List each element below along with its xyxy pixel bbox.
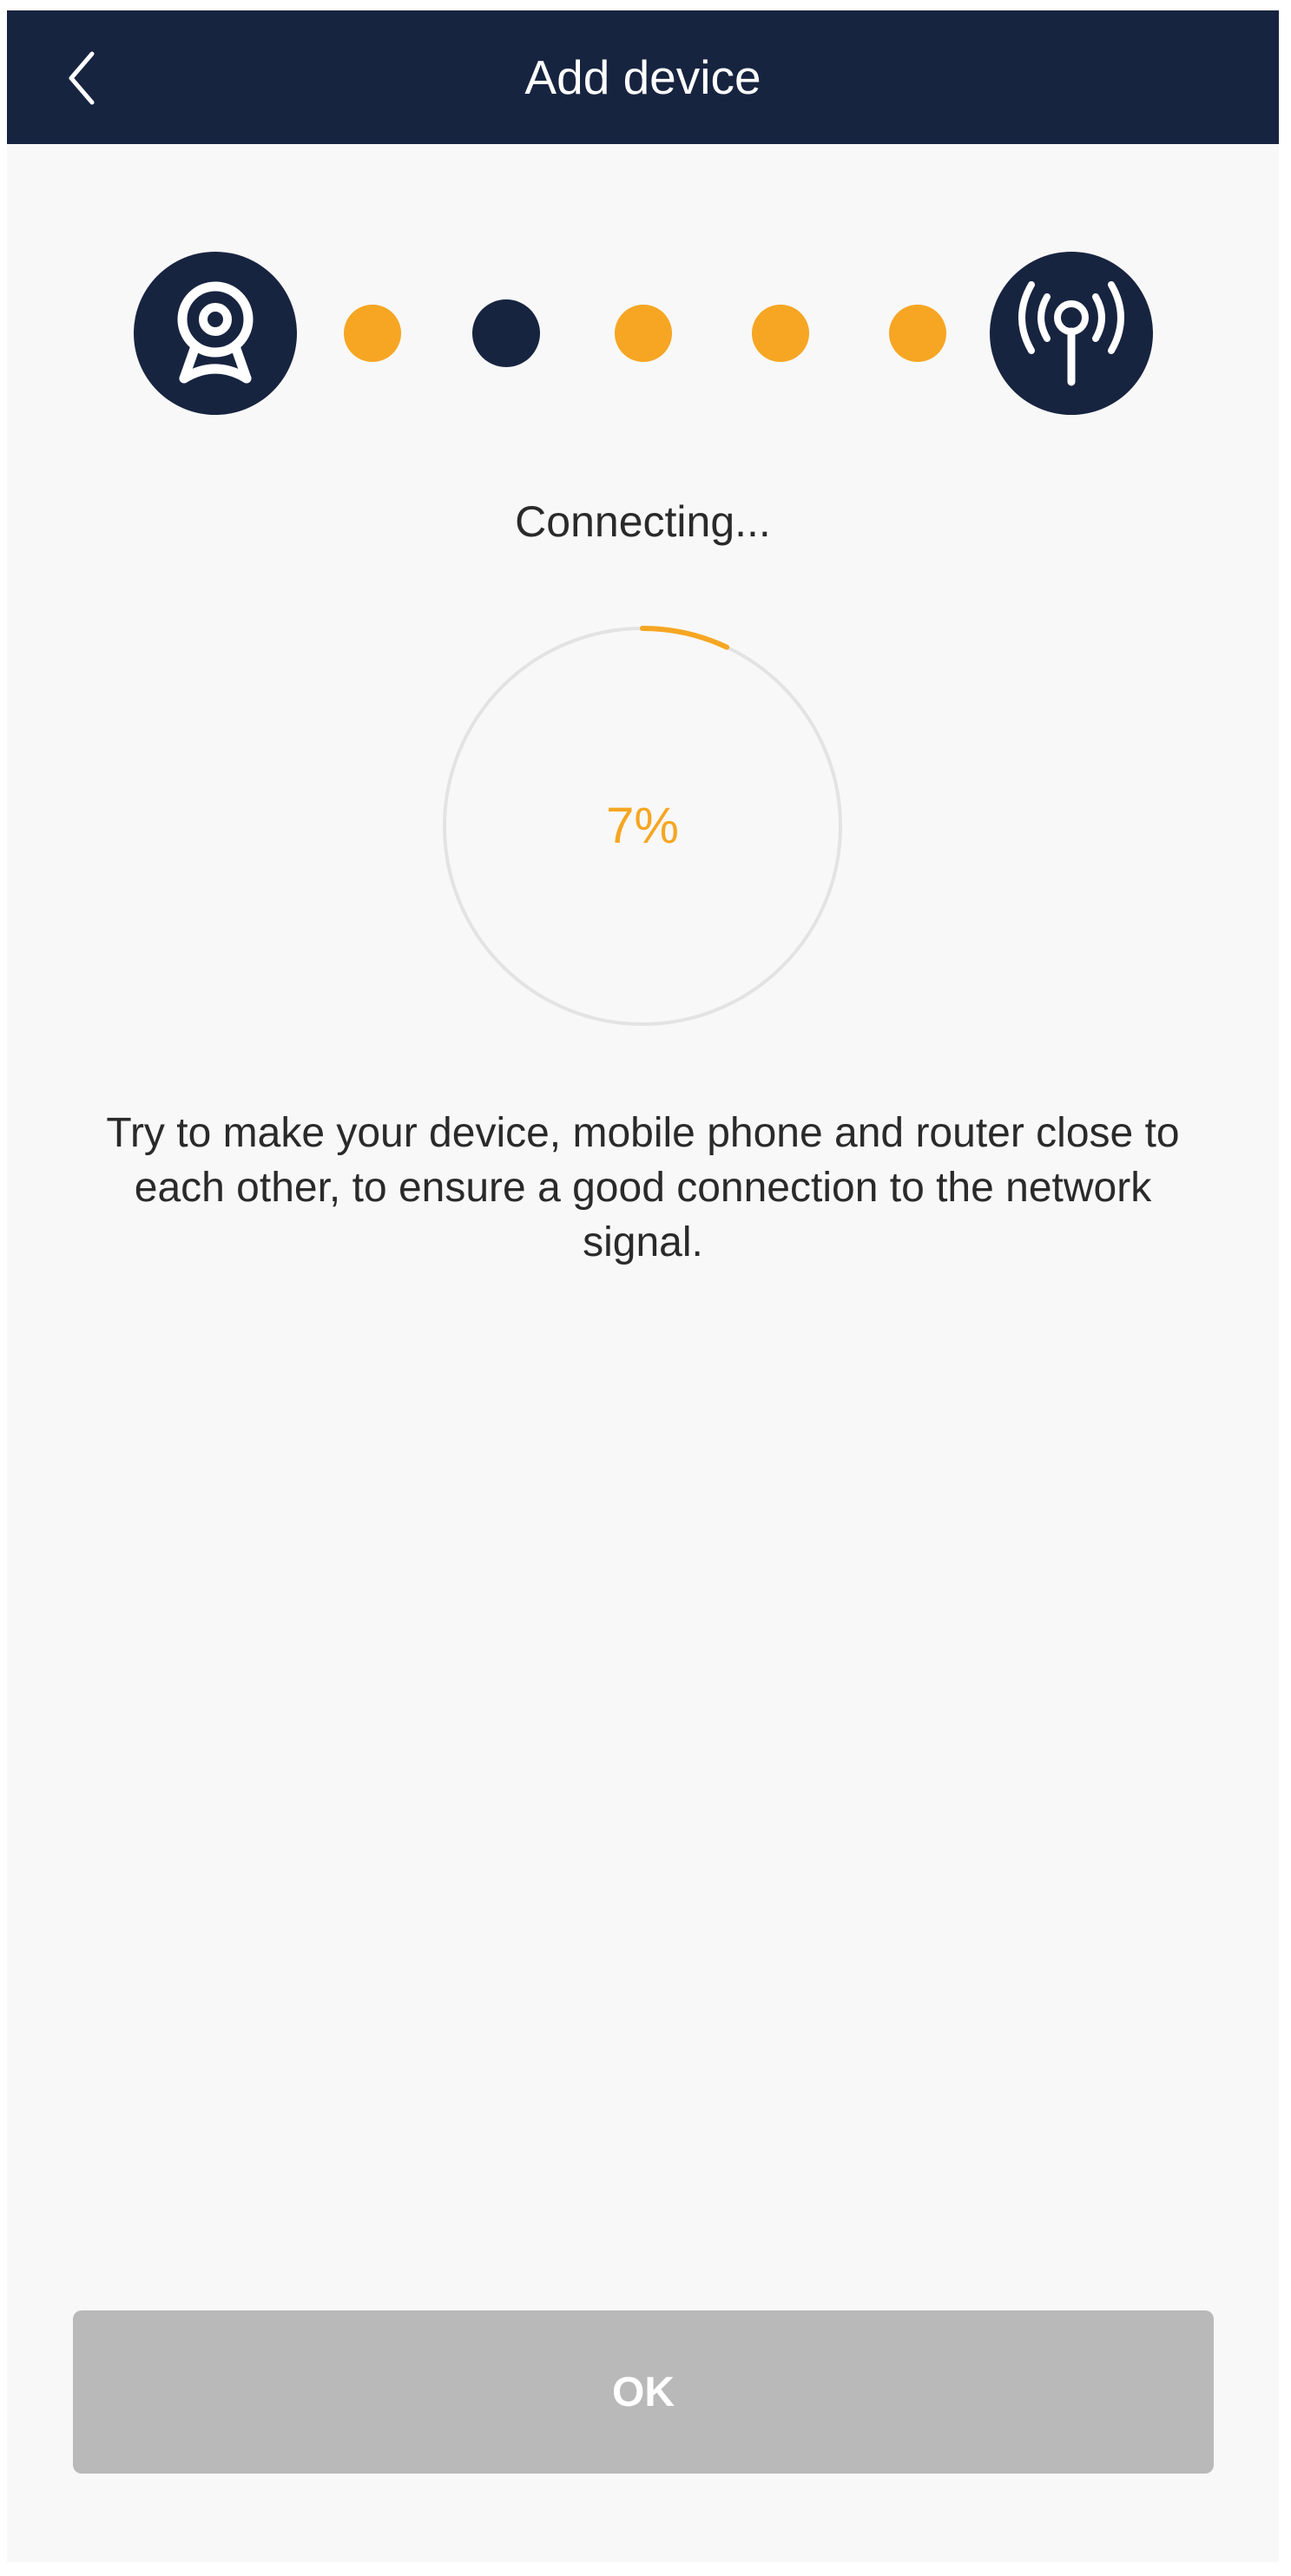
connection-stepper (7, 246, 1279, 420)
step-dot (615, 305, 672, 362)
antenna-signal-icon (1018, 281, 1124, 386)
device-step (134, 252, 297, 415)
step-dot (889, 305, 946, 362)
connection-status: Connecting... (515, 497, 771, 546)
page-title: Add device (524, 50, 761, 104)
step-dot (752, 305, 809, 362)
connection-hint: Try to make your device, mobile phone an… (106, 1110, 1180, 1265)
step-dot (344, 305, 401, 362)
app-header: Add device (7, 10, 1279, 144)
progress-percent: 7% (606, 798, 679, 854)
step-dot-active (472, 299, 540, 367)
add-device-screen: Add device Connecting... 7% Try to make … (7, 10, 1279, 2562)
router-step (990, 252, 1153, 415)
ok-button[interactable]: OK (73, 2310, 1214, 2474)
webcam-icon (177, 281, 254, 384)
